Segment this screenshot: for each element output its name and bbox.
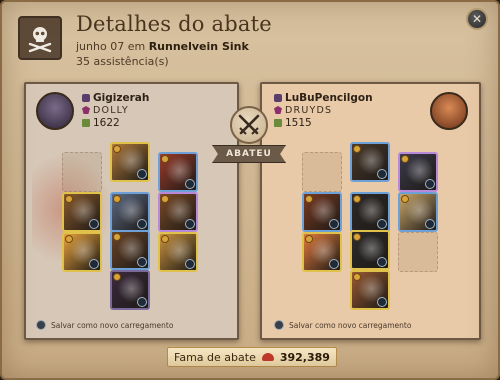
potion-slot[interactable]: [302, 232, 342, 272]
shoes-slot[interactable]: [110, 230, 150, 270]
victim-name[interactable]: LuBuPencilgon: [274, 92, 373, 104]
tier-icon: [353, 145, 361, 153]
kill-result-label: ABATEU: [212, 145, 286, 163]
quality-icon: [137, 297, 147, 307]
quality-icon: [329, 259, 339, 269]
tier-icon: [113, 233, 121, 241]
guild-icon: [82, 106, 90, 114]
item-power-icon: [82, 119, 90, 127]
food-slot: [398, 232, 438, 272]
crest-icon: [82, 94, 90, 102]
quality-icon: [425, 219, 435, 229]
quality-icon: [377, 257, 387, 267]
save-loadout-icon: [274, 320, 284, 330]
kill-fame-label: Fama de abate: [174, 350, 256, 364]
tier-icon: [65, 235, 73, 243]
tier-icon: [353, 195, 361, 203]
tier-icon: [353, 233, 361, 241]
tier-icon: [401, 155, 409, 163]
kill-date: junho 07 em: [76, 40, 146, 53]
quality-icon: [185, 259, 195, 269]
quality-icon: [377, 219, 387, 229]
killer-item-power: 1622: [82, 117, 120, 129]
quality-icon: [137, 219, 147, 229]
victim-item-power: 1515: [274, 117, 312, 129]
shoes-slot[interactable]: [350, 230, 390, 270]
bag-slot: [302, 152, 342, 192]
quality-icon: [137, 257, 147, 267]
tier-icon: [305, 195, 313, 203]
quality-icon: [185, 219, 195, 229]
kill-fame-value: 392,389: [279, 350, 330, 364]
assist-count: 35 assistência(s): [76, 55, 169, 68]
item-power-icon: [274, 119, 282, 127]
mainhand-slot[interactable]: [62, 192, 102, 232]
save-loadout-icon: [36, 320, 46, 330]
tier-icon: [161, 235, 169, 243]
quality-icon: [329, 219, 339, 229]
guild-icon: [274, 106, 282, 114]
fame-icon: [261, 353, 274, 361]
quality-icon: [137, 169, 147, 179]
head-slot[interactable]: [350, 142, 390, 182]
tier-icon: [113, 145, 121, 153]
skull-crossbones-icon: [18, 16, 62, 60]
victim-panel: LuBuPencilgon DRUYDS 1515 Salvar como no…: [260, 82, 481, 340]
save-loadout-link[interactable]: Salvar como novo carregamento: [36, 320, 173, 330]
bag-slot: [62, 152, 102, 192]
kill-date-location: junho 07 em Runnelvein Sink: [76, 40, 249, 53]
tier-icon: [113, 195, 121, 203]
crossed-swords-icon: [230, 106, 268, 144]
kill-fame-bar: Fama de abate 392,389: [167, 347, 337, 367]
close-icon: ✕: [471, 12, 483, 26]
tier-icon: [161, 155, 169, 163]
close-button[interactable]: ✕: [466, 8, 488, 30]
offhand-slot[interactable]: [398, 192, 438, 232]
quality-icon: [89, 259, 99, 269]
cape-slot[interactable]: [158, 152, 198, 192]
potion-slot[interactable]: [62, 232, 102, 272]
tier-icon: [113, 273, 121, 281]
head-slot[interactable]: [110, 142, 150, 182]
crest-icon: [274, 94, 282, 102]
mount-slot[interactable]: [350, 270, 390, 310]
offhand-slot[interactable]: [158, 192, 198, 232]
killer-panel: Gigizerah DOLLY 1622 Salvar como novo ca…: [24, 82, 239, 340]
save-loadout-link[interactable]: Salvar como novo carregamento: [274, 320, 411, 330]
food-slot[interactable]: [158, 232, 198, 272]
cape-slot[interactable]: [398, 152, 438, 192]
tier-icon: [161, 195, 169, 203]
kill-location: Runnelvein Sink: [148, 40, 249, 53]
killer-name[interactable]: Gigizerah: [82, 92, 149, 104]
tier-icon: [65, 195, 73, 203]
armor-slot[interactable]: [110, 192, 150, 232]
kill-details-window: Detalhes do abate junho 07 em Runnelvein…: [0, 0, 500, 380]
mainhand-slot[interactable]: [302, 192, 342, 232]
tier-icon: [353, 273, 361, 281]
quality-icon: [425, 179, 435, 189]
quality-icon: [89, 219, 99, 229]
quality-icon: [185, 179, 195, 189]
quality-icon: [377, 297, 387, 307]
tier-icon: [305, 235, 313, 243]
killer-avatar[interactable]: [36, 92, 74, 130]
quality-icon: [377, 169, 387, 179]
armor-slot[interactable]: [350, 192, 390, 232]
page-title: Detalhes do abate: [76, 12, 272, 36]
mount-slot[interactable]: [110, 270, 150, 310]
victim-guild[interactable]: DRUYDS: [274, 105, 332, 116]
victim-avatar[interactable]: [430, 92, 468, 130]
tier-icon: [401, 195, 409, 203]
killer-guild[interactable]: DOLLY: [82, 105, 129, 116]
